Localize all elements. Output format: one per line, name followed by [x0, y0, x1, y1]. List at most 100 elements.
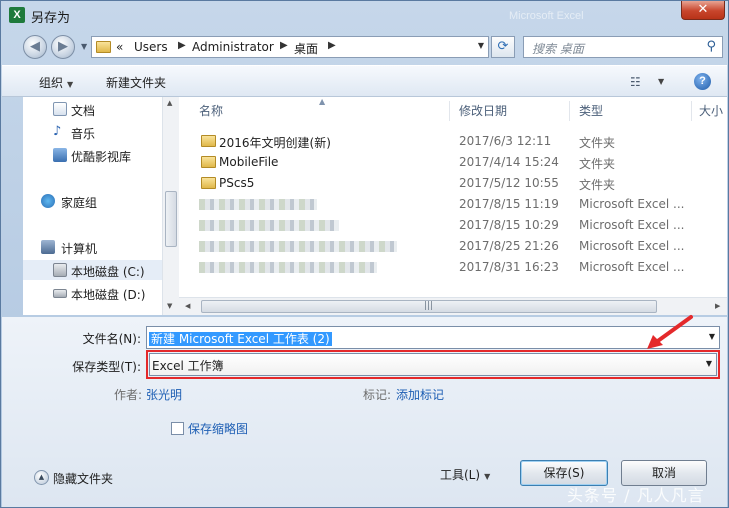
scrollbar-thumb[interactable]: ||| — [201, 300, 657, 313]
breadcrumb-chevron-icon[interactable]: ▶ — [280, 40, 288, 51]
back-arrow-icon: ◀ — [30, 39, 40, 54]
tools-label: 工具(L) — [440, 468, 481, 482]
column-divider[interactable] — [569, 101, 570, 121]
sidebar-item-label: 家庭组 — [61, 196, 98, 210]
column-divider[interactable] — [691, 101, 692, 121]
column-header-name[interactable]: 名称 — [199, 97, 223, 125]
breadcrumb-overflow[interactable]: « — [116, 40, 123, 54]
organize-label: 组织 — [39, 76, 64, 90]
title-bar[interactable]: X 另存为 Microsoft Excel ✕ — [1, 1, 728, 31]
breadcrumb-desktop[interactable]: 桌面 — [294, 40, 318, 57]
navigation-bar: ◀ ▶ ▼ « Users ▶ Administrator ▶ 桌面 ▶ ▼ ⟳… — [1, 31, 728, 63]
music-icon: ♪ — [53, 124, 62, 139]
tools-menu-button[interactable]: 工具(L) ▼ — [440, 466, 490, 483]
hide-folders-label[interactable]: 隐藏文件夹 — [53, 470, 113, 487]
filename-selected-text: 新建 Microsoft Excel 工作表 (2) — [149, 332, 332, 346]
file-row[interactable]: 2017/8/31 16:23 Microsoft Excel ... — [179, 257, 727, 278]
homegroup-icon — [41, 194, 55, 208]
background-window-title: Microsoft Excel — [509, 10, 584, 22]
file-row[interactable]: 2016年文明创建(新) 2017/6/3 12:11 文件夹 — [179, 131, 727, 152]
video-library-icon — [53, 148, 67, 162]
chevron-down-icon: ▼ — [484, 472, 491, 481]
new-folder-button[interactable]: 新建文件夹 — [106, 74, 166, 91]
sidebar-item-label: 计算机 — [61, 242, 98, 256]
blurred-file-name — [199, 241, 397, 252]
file-row[interactable]: 2017/8/15 10:29 Microsoft Excel ... — [179, 215, 727, 236]
sidebar-item-label: 本地磁盘 (D:) — [71, 288, 146, 302]
file-name: PScs5 — [219, 176, 255, 190]
file-type: Microsoft Excel ... — [579, 239, 685, 253]
file-row[interactable]: MobileFile 2017/4/14 15:24 文件夹 — [179, 152, 727, 173]
filename-input[interactable]: 新建 Microsoft Excel 工作表 (2) ▼ — [146, 326, 720, 349]
hide-folders-toggle-icon[interactable]: ▲ — [34, 470, 49, 485]
sidebar-item-drive-d[interactable]: 本地磁盘 (D:) — [23, 283, 163, 303]
sidebar-item-music[interactable]: ♪ 音乐 — [23, 122, 163, 142]
save-as-dialog: X 另存为 Microsoft Excel ✕ ◀ ▶ ▼ « Users ▶ … — [0, 0, 729, 508]
sidebar-item-label: 音乐 — [71, 127, 96, 141]
back-button[interactable]: ◀ — [23, 35, 47, 59]
save-thumbnail-label[interactable]: 保存缩略图 — [188, 420, 248, 437]
file-row[interactable]: 2017/8/15 11:19 Microsoft Excel ... — [179, 194, 727, 215]
highlight-annotation-box — [146, 350, 720, 379]
file-date: 2017/5/12 10:55 — [459, 176, 559, 190]
scroll-right-icon[interactable]: ▶ — [715, 302, 720, 310]
navigation-scrollbar[interactable]: ▲ ▼ — [162, 97, 179, 315]
address-bar[interactable]: « Users ▶ Administrator ▶ 桌面 ▶ ▼ — [91, 36, 489, 58]
breadcrumb-users[interactable]: Users — [134, 40, 168, 54]
save-thumbnail-checkbox[interactable] — [171, 422, 184, 435]
file-name: 2016年文明创建(新) — [219, 136, 331, 150]
address-dropdown-icon[interactable]: ▼ — [478, 41, 484, 50]
author-value[interactable]: 张光明 — [146, 386, 182, 403]
recent-locations-dropdown-icon[interactable]: ▼ — [81, 42, 87, 51]
filename-value: 新建 Microsoft Excel 工作表 (2) — [149, 330, 332, 347]
file-type: Microsoft Excel ... — [579, 218, 685, 232]
author-label: 作者: — [114, 388, 143, 402]
refresh-icon: ⟳ — [497, 39, 509, 54]
sidebar-item-documents[interactable]: 文档 — [23, 99, 163, 119]
tags-value[interactable]: 添加标记 — [396, 386, 444, 403]
sidebar-item-label: 本地磁盘 (C:) — [71, 265, 145, 279]
folder-icon — [201, 156, 216, 168]
folder-icon — [201, 177, 216, 189]
sidebar-item-label: 优酷影视库 — [71, 150, 132, 164]
file-date: 2017/8/15 11:19 — [459, 197, 559, 211]
close-button[interactable]: ✕ — [681, 1, 725, 20]
organize-button[interactable]: 组织 ▼ — [39, 74, 73, 91]
search-input[interactable]: 搜索 桌面 ⚲ — [523, 36, 723, 58]
command-toolbar: 组织 ▼ 新建文件夹 ☷ ▼ ? — [2, 65, 727, 97]
scroll-up-icon[interactable]: ▲ — [167, 99, 172, 107]
watermark-text: 头条号 / 凡人凡言 — [567, 486, 705, 505]
column-header-size[interactable]: 大小 — [699, 97, 723, 125]
computer-icon — [41, 240, 55, 254]
column-header-type[interactable]: 类型 — [579, 97, 603, 125]
refresh-button[interactable]: ⟳ — [491, 36, 515, 58]
scrollbar-thumb[interactable] — [165, 191, 177, 247]
file-row[interactable]: 2017/8/25 21:26 Microsoft Excel ... — [179, 236, 727, 257]
breadcrumb-administrator[interactable]: Administrator — [192, 40, 274, 54]
breadcrumb-chevron-icon[interactable]: ▶ — [178, 40, 186, 51]
sidebar-item-homegroup[interactable]: 家庭组 — [23, 191, 163, 211]
folder-icon — [96, 41, 111, 53]
sort-ascending-icon: ▲ — [319, 97, 326, 106]
file-date: 2017/8/25 21:26 — [459, 239, 559, 253]
forward-button[interactable]: ▶ — [51, 35, 75, 59]
scroll-left-icon[interactable]: ◀ — [185, 302, 190, 310]
sidebar-item-label: 文档 — [71, 104, 96, 118]
scroll-down-icon[interactable]: ▼ — [167, 302, 172, 310]
sidebar-item-drive-c[interactable]: 本地磁盘 (C:) — [23, 260, 163, 280]
view-options-icon[interactable]: ☷ — [630, 75, 641, 89]
sidebar-item-computer[interactable]: 计算机 — [23, 237, 163, 257]
column-header-modified[interactable]: 修改日期 — [459, 97, 507, 125]
column-divider[interactable] — [449, 101, 450, 121]
drive-c-icon — [53, 263, 67, 277]
documents-icon — [53, 102, 67, 116]
chevron-down-icon[interactable]: ▼ — [709, 332, 715, 341]
file-row[interactable]: PScs5 2017/5/12 10:55 文件夹 — [179, 173, 727, 194]
view-dropdown-icon[interactable]: ▼ — [658, 77, 664, 86]
file-date: 2017/8/15 10:29 — [459, 218, 559, 232]
file-type: 文件夹 — [579, 157, 616, 171]
file-date: 2017/4/14 15:24 — [459, 155, 559, 169]
breadcrumb-chevron-icon[interactable]: ▶ — [328, 40, 336, 51]
sidebar-item-video-library[interactable]: 优酷影视库 — [23, 145, 163, 165]
help-icon[interactable]: ? — [694, 73, 711, 90]
